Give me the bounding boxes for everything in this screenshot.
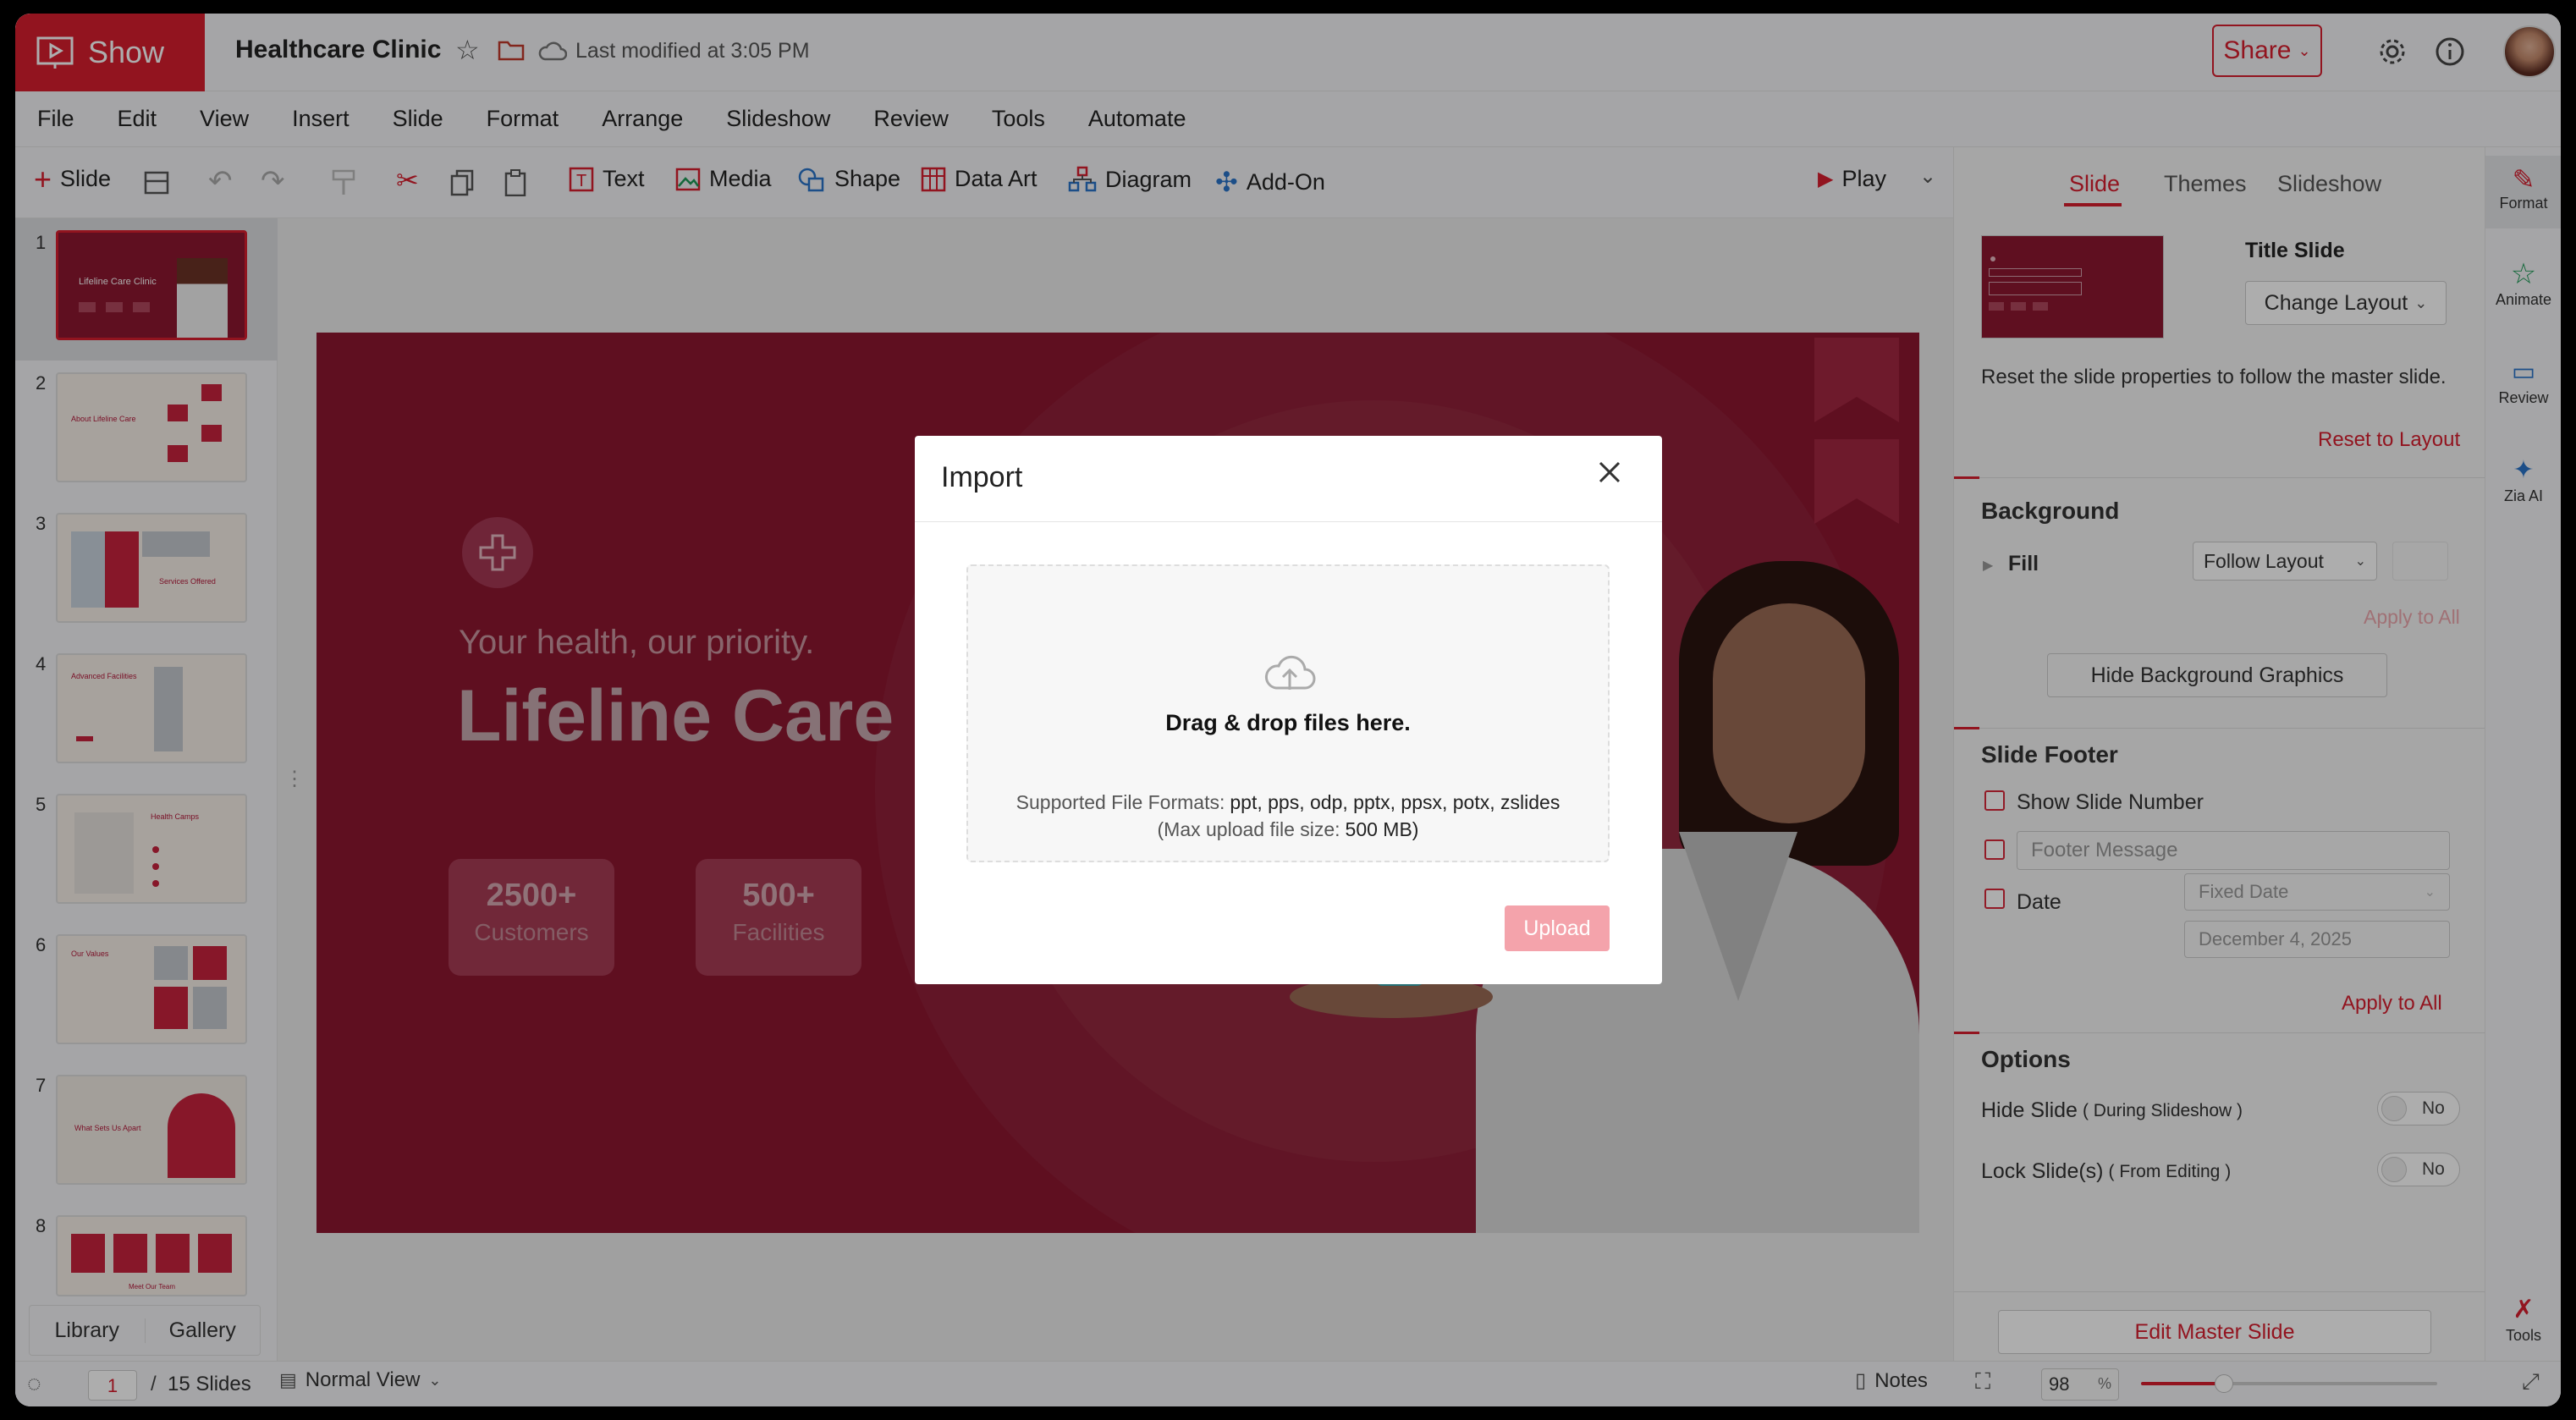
cloud-upload-icon bbox=[1264, 655, 1316, 690]
dialog-title: Import bbox=[941, 461, 1023, 493]
drop-instruction: Drag & drop files here. bbox=[1165, 710, 1411, 735]
close-icon[interactable] bbox=[1597, 460, 1622, 485]
max-size-line: (Max upload file size: 500 MB) bbox=[968, 818, 1608, 841]
formats-label: Supported File Formats: bbox=[1016, 791, 1225, 813]
dialog-header-divider bbox=[915, 521, 1662, 522]
supported-formats-line: Supported File Formats: ppt, pps, odp, p… bbox=[968, 791, 1608, 814]
import-dialog: Import Drag & drop files here. Supported… bbox=[915, 436, 1662, 984]
app-window: Show Healthcare Clinic ☆ Last modified a… bbox=[15, 14, 2561, 1406]
max-size-value: 500 MB) bbox=[1345, 818, 1419, 840]
file-drop-zone[interactable]: Drag & drop files here. Supported File F… bbox=[966, 564, 1610, 862]
upload-button[interactable]: Upload bbox=[1505, 905, 1610, 951]
upload-label: Upload bbox=[1523, 916, 1591, 940]
formats-list: ppt, pps, odp, pptx, ppsx, potx, zslides bbox=[1230, 791, 1560, 813]
max-size-label: (Max upload file size: bbox=[1157, 818, 1340, 840]
